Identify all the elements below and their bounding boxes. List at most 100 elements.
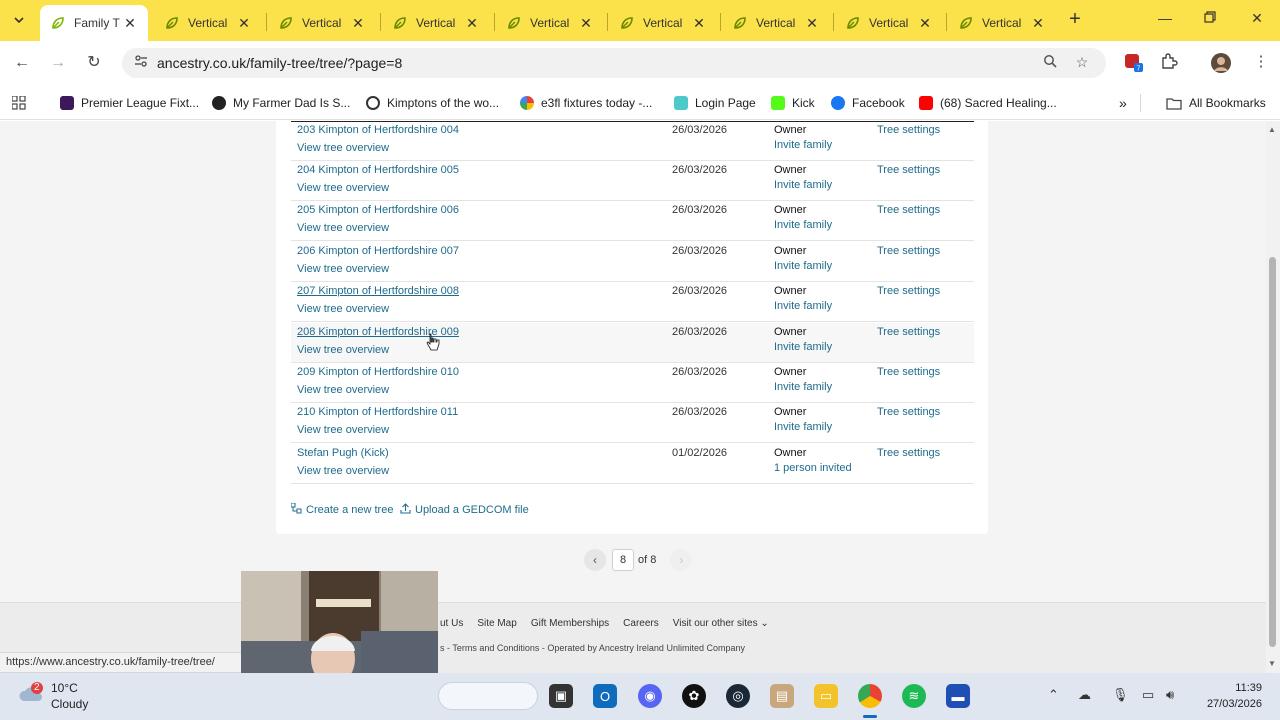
page-scrollbar[interactable]: ▲ ▼ bbox=[1266, 121, 1280, 673]
word-icon[interactable]: ▬ bbox=[946, 684, 970, 708]
spotify-icon[interactable]: ≋ bbox=[902, 684, 926, 708]
tab-vertical-3[interactable]: Vertical ✕ bbox=[382, 5, 490, 41]
system-clock[interactable]: 11:39 27/03/2026 bbox=[1196, 680, 1262, 712]
tree-settings-link[interactable]: Tree settings bbox=[877, 447, 940, 459]
apps-grid-icon[interactable] bbox=[12, 93, 26, 113]
reload-icon[interactable]: ↻ bbox=[83, 52, 105, 74]
close-tab-icon[interactable]: ✕ bbox=[464, 15, 480, 32]
close-tab-icon[interactable]: ✕ bbox=[1030, 15, 1046, 32]
view-tree-overview-link[interactable]: View tree overview bbox=[297, 303, 389, 315]
profile-avatar[interactable] bbox=[1210, 52, 1232, 74]
tab-vertical-4[interactable]: Vertical ✕ bbox=[496, 5, 604, 41]
tree-settings-link[interactable]: Tree settings bbox=[877, 164, 940, 176]
scroll-down-arrow-icon[interactable]: ▼ bbox=[1268, 659, 1276, 668]
footer-link-about[interactable]: ut Us bbox=[440, 618, 463, 629]
view-tree-overview-link[interactable]: View tree overview bbox=[297, 142, 389, 154]
zoom-icon[interactable] bbox=[1041, 54, 1059, 72]
site-info-icon[interactable] bbox=[134, 54, 148, 71]
restore-icon[interactable] bbox=[1200, 10, 1220, 30]
view-tree-overview-link[interactable]: View tree overview bbox=[297, 384, 389, 396]
next-page-chevron-icon[interactable]: › bbox=[670, 549, 693, 571]
invite-family-link[interactable]: Invite family bbox=[774, 421, 832, 433]
close-tab-icon[interactable]: ✕ bbox=[350, 15, 366, 32]
tree-settings-link[interactable]: Tree settings bbox=[877, 245, 940, 257]
taskbar-search-box[interactable] bbox=[438, 682, 538, 710]
tab-search-chevron-icon[interactable] bbox=[6, 8, 32, 32]
bookmark-kimptons[interactable]: Kimptons of the wo... bbox=[366, 93, 499, 113]
minimize-icon[interactable]: — bbox=[1155, 10, 1175, 30]
onedrive-cloud-icon[interactable]: ☁ bbox=[1078, 687, 1091, 703]
tree-name-link[interactable]: 203 Kimpton of Hertfordshire 004 bbox=[297, 124, 459, 136]
close-tab-icon[interactable]: ✕ bbox=[917, 15, 933, 32]
tab-vertical-1[interactable]: Vertical ✕ bbox=[154, 5, 262, 41]
tab-vertical-8[interactable]: Vertical ✕ bbox=[948, 5, 1056, 41]
chatgpt-icon[interactable]: ✿ bbox=[682, 684, 706, 708]
view-tree-overview-link[interactable]: View tree overview bbox=[297, 263, 389, 275]
outlook-icon[interactable]: O bbox=[593, 684, 617, 708]
tree-name-link[interactable]: 204 Kimpton of Hertfordshire 005 bbox=[297, 164, 459, 176]
scroll-up-arrow-icon[interactable]: ▲ bbox=[1268, 125, 1276, 134]
current-page-input[interactable]: 8 bbox=[612, 549, 634, 571]
upload-gedcom-link[interactable]: Upload a GEDCOM file bbox=[400, 503, 529, 517]
weather-cloud-icon[interactable] bbox=[18, 681, 44, 707]
tree-name-link[interactable]: 207 Kimpton of Hertfordshire 008 bbox=[297, 285, 459, 297]
bookmark-e3fl[interactable]: e3fl fixtures today -... bbox=[520, 93, 652, 113]
view-tree-overview-link[interactable]: View tree overview bbox=[297, 344, 389, 356]
previous-page-chevron-icon[interactable]: ‹ bbox=[584, 549, 606, 571]
tab-family-tree[interactable]: Family T ✕ bbox=[40, 5, 148, 41]
extension-shield-icon[interactable]: 7 bbox=[1122, 52, 1144, 74]
tray-overflow-chevron-icon[interactable]: ⌃ bbox=[1048, 687, 1059, 703]
tree-name-link[interactable]: Stefan Pugh (Kick) bbox=[297, 447, 389, 459]
tree-name-link[interactable]: 206 Kimpton of Hertfordshire 007 bbox=[297, 245, 459, 257]
scrollbar-thumb[interactable] bbox=[1269, 257, 1276, 647]
footer-link-other-sites[interactable]: Visit our other sites ⌄ bbox=[673, 618, 769, 629]
view-tree-overview-link[interactable]: View tree overview bbox=[297, 465, 389, 477]
tab-vertical-5[interactable]: Vertical ✕ bbox=[609, 5, 717, 41]
tree-settings-link[interactable]: Tree settings bbox=[877, 326, 940, 338]
menu-kebab-icon[interactable]: ⋮ bbox=[1250, 52, 1272, 74]
invite-family-link[interactable]: Invite family bbox=[774, 179, 832, 191]
chrome-icon[interactable] bbox=[858, 684, 882, 708]
close-tab-icon[interactable]: ✕ bbox=[691, 15, 707, 32]
tree-name-link[interactable]: 205 Kimpton of Hertfordshire 006 bbox=[297, 204, 459, 216]
app-icon[interactable]: ▤ bbox=[770, 684, 794, 708]
invite-family-link[interactable]: Invite family bbox=[774, 341, 832, 353]
invite-family-link[interactable]: Invite family bbox=[774, 260, 832, 272]
back-arrow-icon[interactable]: ← bbox=[11, 52, 33, 74]
close-tab-icon[interactable]: ✕ bbox=[122, 15, 138, 32]
tree-name-link[interactable]: 210 Kimpton of Hertfordshire 011 bbox=[297, 406, 458, 418]
close-tab-icon[interactable]: ✕ bbox=[236, 15, 252, 32]
bookmark-facebook[interactable]: Facebook bbox=[831, 93, 905, 113]
view-tree-overview-link[interactable]: View tree overview bbox=[297, 424, 389, 436]
new-tab-button[interactable]: + bbox=[1064, 9, 1086, 31]
discord-icon[interactable]: ◉ bbox=[638, 684, 662, 708]
tree-settings-link[interactable]: Tree settings bbox=[877, 204, 940, 216]
close-tab-icon[interactable]: ✕ bbox=[804, 15, 820, 32]
all-bookmarks-folder[interactable]: All Bookmarks bbox=[1166, 93, 1266, 113]
invite-family-link[interactable]: Invite family bbox=[774, 219, 832, 231]
tab-vertical-6[interactable]: Vertical ✕ bbox=[722, 5, 830, 41]
bookmark-kick[interactable]: Kick bbox=[771, 93, 815, 113]
footer-link-site-map[interactable]: Site Map bbox=[477, 618, 516, 629]
bookmark-my-farmer-dad[interactable]: My Farmer Dad Is S... bbox=[212, 93, 350, 113]
tree-name-link[interactable]: 209 Kimpton of Hertfordshire 010 bbox=[297, 366, 459, 378]
invite-family-link[interactable]: Invite family bbox=[774, 381, 832, 393]
bookmark-login-page[interactable]: Login Page bbox=[674, 93, 756, 113]
footer-link-careers[interactable]: Careers bbox=[623, 618, 659, 629]
address-bar[interactable]: ancestry.co.uk/family-tree/tree/?page=8 bbox=[122, 48, 1106, 78]
bookmark-premier-league[interactable]: Premier League Fixt... bbox=[60, 93, 199, 113]
close-tab-icon[interactable]: ✕ bbox=[578, 15, 594, 32]
tab-vertical-7[interactable]: Vertical ✕ bbox=[835, 5, 943, 41]
bookmark-sacred-healing[interactable]: (68) Sacred Healing... bbox=[919, 93, 1057, 113]
close-window-icon[interactable]: ✕ bbox=[1247, 10, 1267, 30]
tree-settings-link[interactable]: Tree settings bbox=[877, 285, 940, 297]
tree-settings-link[interactable]: Tree settings bbox=[877, 366, 940, 378]
bookmark-star-icon[interactable]: ☆ bbox=[1073, 54, 1091, 72]
footer-link-gift-memberships[interactable]: Gift Memberships bbox=[531, 618, 609, 629]
create-tree-link[interactable]: Create a new tree bbox=[290, 502, 393, 517]
tab-vertical-2[interactable]: Vertical ✕ bbox=[268, 5, 376, 41]
invite-family-link[interactable]: Invite family bbox=[774, 300, 832, 312]
volume-icon[interactable]: 🔊︎ bbox=[1166, 687, 1174, 703]
more-bookmarks-chevron-icon[interactable]: » bbox=[1119, 93, 1127, 113]
invited-count-link[interactable]: 1 person invited bbox=[774, 462, 852, 474]
